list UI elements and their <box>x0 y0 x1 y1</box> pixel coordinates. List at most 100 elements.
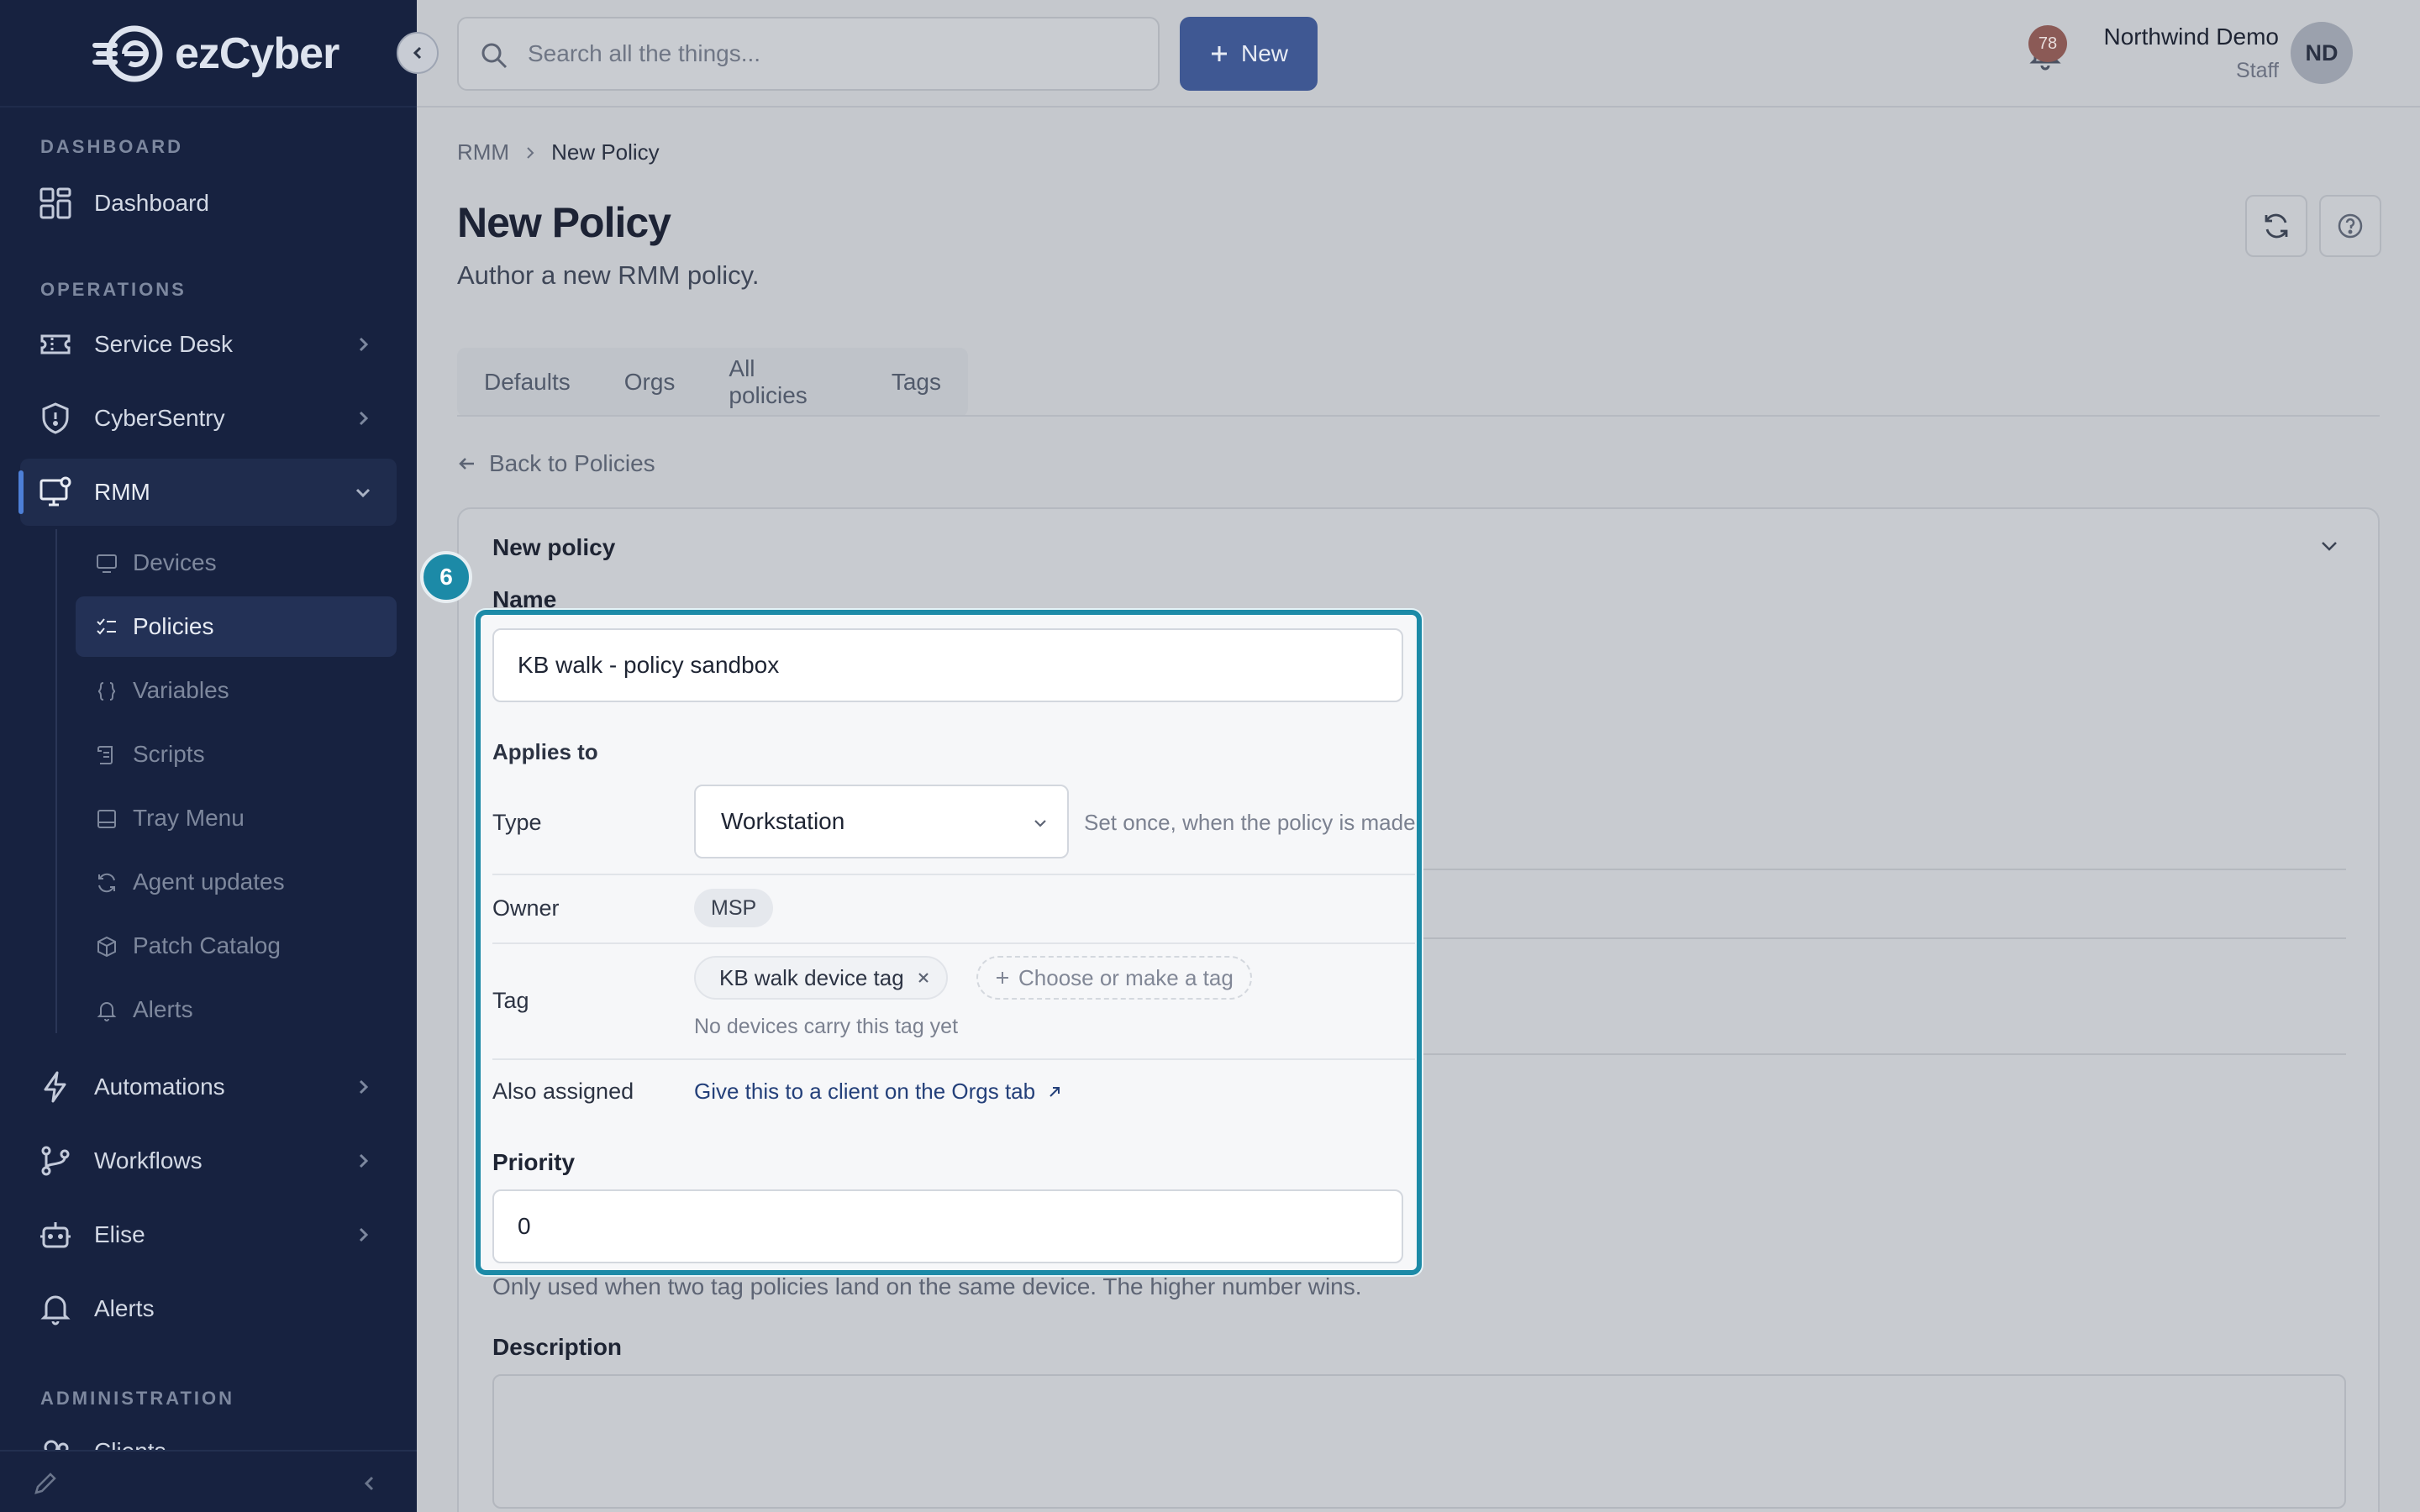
chevron-left-icon <box>413 46 422 60</box>
sidebar-sub-policies[interactable]: Policies <box>76 596 397 657</box>
orgs-tab-link-label: Give this to a client on the Orgs tab <box>694 1079 1036 1104</box>
description-label: Description <box>492 1334 623 1360</box>
type-hint: Set once, when the policy is made <box>1084 810 1416 835</box>
robot-icon <box>40 1222 71 1248</box>
priority-input[interactable]: 0 <box>492 1189 1403 1263</box>
add-tag-button[interactable]: Choose or make a tag <box>976 956 1252 1000</box>
refresh-icon <box>98 873 115 893</box>
help-circle-icon <box>2338 213 2363 239</box>
dashboard-icon <box>39 187 71 219</box>
chevron-right-icon <box>527 146 534 159</box>
new-button[interactable]: New <box>1180 17 1318 91</box>
tag-chip[interactable]: KB walk device tag <box>694 956 948 1000</box>
notification-count-badge: 78 <box>2028 25 2067 62</box>
tab-all-policies[interactable]: All policies <box>702 355 864 409</box>
brand-logo[interactable]: ezCyber <box>91 20 339 87</box>
sidebar-collapse-button[interactable] <box>397 32 439 74</box>
page-subtitle: Author a new RMM policy. <box>457 260 760 290</box>
sidebar-item-label: RMM <box>94 479 150 505</box>
lightning-icon <box>44 1071 66 1103</box>
row-divider <box>492 874 1415 875</box>
sidebar-item-automations[interactable]: Automations <box>20 1053 397 1121</box>
sidebar-item-cybersentry[interactable]: CyberSentry <box>20 385 397 452</box>
list-check-icon <box>97 618 116 635</box>
chevron-right-icon <box>359 1153 369 1168</box>
name-label: Name <box>492 586 557 612</box>
sidebar-item-elise[interactable]: Elise <box>20 1201 397 1268</box>
sidebar-sub-scripts[interactable]: Scripts <box>76 724 397 785</box>
sidebar-sub-label: Agent updates <box>133 869 285 895</box>
sidebar-item-alerts[interactable]: Alerts <box>20 1275 397 1342</box>
chevron-down-icon <box>355 488 371 498</box>
sidebar-item-label: Dashboard <box>94 190 209 216</box>
sidebar-item-rmm[interactable]: RMM <box>18 459 397 526</box>
search-input[interactable]: Search all the things... <box>457 17 1160 91</box>
sidebar-sub-label: Variables <box>133 677 229 703</box>
plus-icon <box>1211 46 1227 61</box>
sidebar-item-label: Alerts <box>94 1295 155 1321</box>
search-placeholder: Search all the things... <box>528 40 761 66</box>
pencil-icon[interactable] <box>32 1470 59 1497</box>
sidebar-item-dashboard[interactable]: Dashboard <box>20 170 397 237</box>
close-icon[interactable] <box>916 970 931 985</box>
tag-hint: No devices carry this tag yet <box>694 1015 959 1038</box>
sidebar-sub-alerts[interactable]: Alerts <box>76 979 397 1040</box>
sidebar-item-label: CyberSentry <box>94 405 225 431</box>
sidebar-item-label: Service Desk <box>94 331 233 357</box>
policy-name-input[interactable]: KB walk - policy sandbox <box>492 628 1403 702</box>
refresh-icon <box>2265 213 2288 239</box>
type-select[interactable]: Workstation <box>694 785 1069 858</box>
row-divider <box>492 942 1415 944</box>
sidebar-sub-label: Devices <box>133 549 217 575</box>
step-number-badge: 6 <box>420 551 472 603</box>
sidebar-item-service-desk[interactable]: Service Desk <box>20 311 397 378</box>
applies-to-heading: Applies to <box>492 739 598 764</box>
breadcrumb-current: New Policy <box>551 139 660 165</box>
brand-name: ezCyber <box>175 29 339 78</box>
chevron-right-icon <box>359 337 369 352</box>
breadcrumb-rmm[interactable]: RMM <box>457 139 509 165</box>
page-title: New Policy <box>457 199 671 246</box>
sidebar-sub-patch-catalog[interactable]: Patch Catalog <box>76 916 397 976</box>
chevron-right-icon <box>359 1079 369 1095</box>
sidebar-sub-label: Patch Catalog <box>133 932 281 958</box>
tab-defaults[interactable]: Defaults <box>457 369 597 396</box>
bell-icon <box>40 1295 71 1326</box>
refresh-button[interactable] <box>2245 195 2307 257</box>
orgs-tab-link[interactable]: Give this to a client on the Orgs tab <box>694 1079 1062 1105</box>
owner-badge: MSP <box>694 889 774 927</box>
back-to-policies-link[interactable]: Back to Policies <box>457 450 655 477</box>
tag-chip-label: KB walk device tag <box>719 964 904 990</box>
add-tag-label: Choose or make a tag <box>1018 964 1234 990</box>
scroll-icon <box>97 746 113 764</box>
user-name[interactable]: Northwind Demo <box>2103 24 2279 50</box>
user-role: Staff <box>2236 59 2279 82</box>
chevron-left-icon[interactable] <box>360 1473 380 1494</box>
sidebar-sub-agent-updates[interactable]: Agent updates <box>76 852 397 912</box>
sidebar-sub-label: Scripts <box>133 741 205 767</box>
avatar[interactable]: ND <box>2291 22 2353 84</box>
sidebar-sub-label: Policies <box>133 613 214 639</box>
chevron-right-icon <box>359 411 369 426</box>
sidebar-sub-tray-menu[interactable]: Tray Menu <box>76 788 397 848</box>
sidebar-item-workflows[interactable]: Workflows <box>20 1127 397 1194</box>
help-button[interactable] <box>2319 195 2381 257</box>
tabs: Defaults Orgs All policies Tags <box>457 348 968 417</box>
chevron-down-icon[interactable] <box>2317 534 2341 558</box>
description-textarea[interactable] <box>492 1374 2346 1509</box>
sidebar-item-label: Elise <box>94 1221 145 1247</box>
tab-orgs[interactable]: Orgs <box>597 369 702 396</box>
search-icon <box>481 43 508 69</box>
sidebar-sub-variables[interactable]: Variables <box>76 660 397 721</box>
row-divider <box>492 1058 1415 1060</box>
plus-icon <box>997 972 1008 984</box>
ticket-icon <box>40 334 71 354</box>
sidebar: ezCyber DASHBOARD Dashboard OPERATIONS S… <box>0 0 417 1512</box>
back-link-label: Back to Policies <box>489 450 655 476</box>
highlighted-form-section: KB walk - policy sandbox Applies to Type… <box>476 610 1422 1275</box>
new-button-label: New <box>1240 40 1288 66</box>
tab-tags[interactable]: Tags <box>865 369 968 396</box>
chevron-down-icon <box>1034 820 1046 827</box>
priority-label: Priority <box>492 1149 576 1175</box>
sidebar-sub-devices[interactable]: Devices <box>76 533 397 593</box>
